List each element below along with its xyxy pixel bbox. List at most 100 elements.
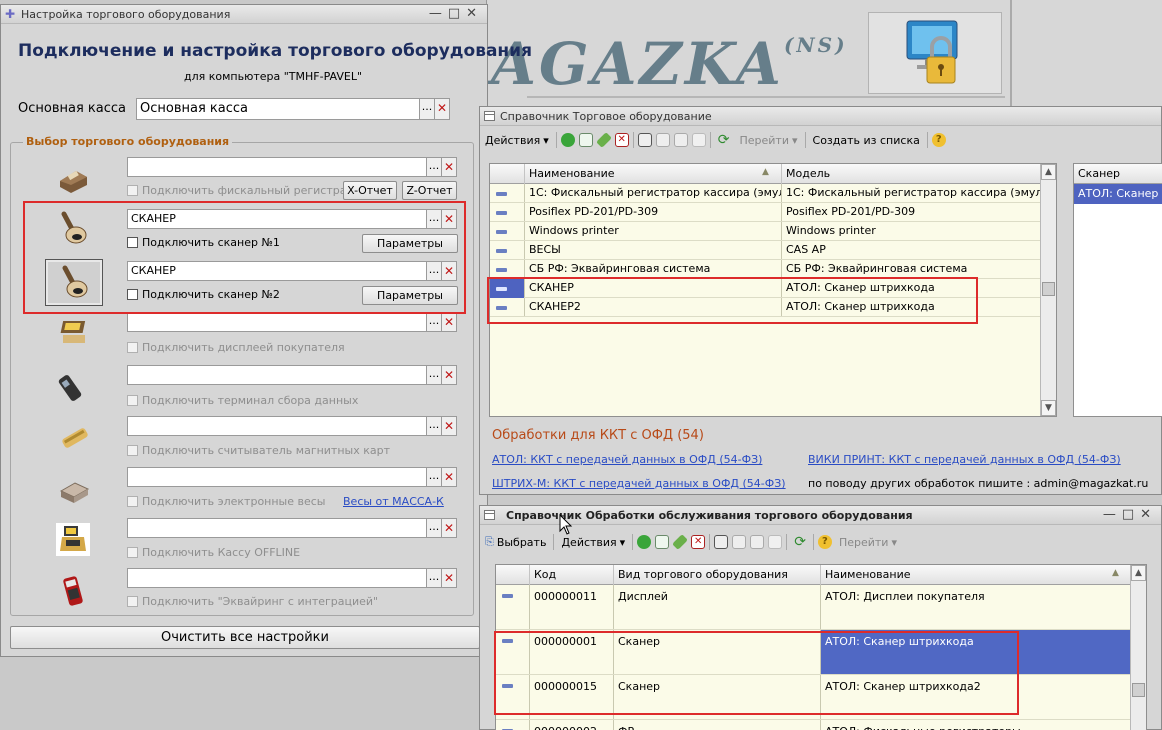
refresh-icon[interactable]: ⟳	[789, 534, 811, 550]
acquiring-checkbox[interactable]: Подключить "Эквайринг с интеграцией"	[127, 595, 378, 608]
scales-field[interactable]	[127, 467, 427, 487]
header-kind[interactable]: Вид торгового оборудования	[613, 565, 820, 585]
terminal-checkbox[interactable]: Подключить терминал сбора данных	[127, 394, 358, 407]
header-model[interactable]: Модель	[781, 164, 1041, 184]
fiscal-clear-button[interactable]: ✕	[441, 157, 457, 177]
filter-icon[interactable]	[637, 133, 652, 147]
checkbox-box[interactable]	[127, 496, 138, 507]
side-selected-row[interactable]: АТОЛ: Сканер ш	[1074, 184, 1162, 204]
scales-clear-button[interactable]: ✕	[441, 467, 457, 487]
atol-ofd-link[interactable]: АТОЛ: ККТ с передачей данных в ОФД (54-Ф…	[492, 453, 762, 466]
scales-select-button[interactable]: ...	[426, 467, 442, 487]
terminal-field[interactable]	[127, 365, 427, 385]
refresh-icon[interactable]: ⟳	[713, 132, 735, 148]
filter-clear-icon[interactable]	[691, 133, 706, 147]
shtrih-ofd-link[interactable]: ШТРИХ-М: ККТ с передачей данных в ОФД (5…	[492, 477, 786, 490]
display-field[interactable]	[127, 312, 427, 332]
filter-list-icon[interactable]	[732, 535, 747, 549]
add-icon[interactable]	[560, 133, 575, 147]
filter-history-icon[interactable]	[750, 535, 765, 549]
display-select-button[interactable]: ...	[426, 312, 442, 332]
scroll-down-arrow[interactable]: ▼	[1041, 400, 1056, 416]
scroll-up-arrow[interactable]: ▲	[1041, 164, 1056, 180]
fiscal-select-button[interactable]: ...	[426, 157, 442, 177]
x-report-button[interactable]: X-Отчет	[343, 181, 397, 200]
table-row[interactable]: 000000011 Дисплей АТОЛ: Дисплеи покупателя	[496, 585, 1146, 630]
create-from-list-button[interactable]: Создать из списка	[808, 134, 925, 147]
copy-icon[interactable]	[655, 535, 670, 549]
cash-field[interactable]: Основная касса	[136, 98, 420, 120]
table-row[interactable]: ВЕСЫ CAS AP	[490, 241, 1056, 260]
empty-area	[490, 317, 1040, 416]
add-icon[interactable]	[637, 535, 652, 549]
acquiring-field[interactable]	[127, 568, 427, 588]
scroll-thumb[interactable]	[1042, 282, 1055, 296]
ofd-title: Обработки для ККТ с ОФД (54)	[492, 428, 704, 443]
card-reader-checkbox[interactable]: Подключить считыватель магнитных карт	[127, 444, 390, 457]
settings-window: ✚ Настройка торгового оборудования —□✕ П…	[0, 4, 532, 657]
help-icon[interactable]: ?	[817, 535, 832, 549]
z-report-button[interactable]: Z-Отчет	[402, 181, 457, 200]
select-icon: ⎘	[485, 535, 494, 548]
header-name[interactable]: Наименование	[524, 164, 781, 184]
card-reader-field[interactable]	[127, 416, 427, 436]
offline-field[interactable]	[127, 518, 427, 538]
delete-icon[interactable]: ✕	[614, 133, 629, 147]
delete-icon[interactable]: ✕	[691, 535, 706, 549]
actions-menu[interactable]: Действия ▾	[480, 134, 554, 147]
processing-scanner-highlight	[494, 631, 1019, 715]
header-code[interactable]: Код	[529, 565, 613, 585]
card-reader-clear-button[interactable]: ✕	[441, 416, 457, 436]
filter-icon[interactable]	[714, 535, 729, 549]
cash-select-button[interactable]: ...	[419, 98, 435, 120]
checkbox-box[interactable]	[127, 547, 138, 558]
processing-toolbar: ⎘ Выбрать Действия ▾ ✕ ⟳ ? Перейти ▾	[480, 530, 1161, 554]
cell-name: АТОЛ: Фискальные регистраторы	[820, 720, 1132, 730]
scales-massa-link[interactable]: Весы от МАССА-К	[343, 495, 444, 508]
offline-checkbox[interactable]: Подключить Кассу OFFLINE	[127, 546, 300, 559]
scales-checkbox[interactable]: Подключить электронные весы	[127, 495, 326, 508]
filter-clear-icon[interactable]	[768, 535, 783, 549]
window-controls[interactable]: —□✕	[429, 6, 483, 21]
card-reader-select-button[interactable]: ...	[426, 416, 442, 436]
checkbox-box[interactable]	[127, 596, 138, 607]
scroll-thumb[interactable]	[1132, 683, 1145, 697]
select-button[interactable]: ⎘ Выбрать	[480, 535, 551, 549]
terminal-select-button[interactable]: ...	[426, 365, 442, 385]
table-row[interactable]: 000000002ФРАТОЛ: Фискальные регистраторы	[496, 720, 1146, 730]
checkbox-box[interactable]	[127, 342, 138, 353]
table-row[interactable]: Posiflex PD-201/PD-309 Posiflex PD-201/PD…	[490, 203, 1056, 222]
equipment-scrollbar[interactable]: ▲ ▼	[1040, 164, 1056, 416]
header-scanner: Сканер	[1078, 167, 1121, 180]
header-name[interactable]: Наименование	[820, 565, 1132, 585]
checkbox-box[interactable]	[127, 185, 138, 196]
fiscal-field[interactable]	[127, 157, 427, 177]
fiscal-checkbox[interactable]: Подключить фискальный регистратор	[127, 184, 367, 197]
go-menu[interactable]: Перейти ▾	[734, 134, 802, 147]
scroll-up-arrow[interactable]: ▲	[1131, 565, 1146, 581]
offline-clear-button[interactable]: ✕	[441, 518, 457, 538]
offline-select-button[interactable]: ...	[426, 518, 442, 538]
acquiring-select-button[interactable]: ...	[426, 568, 442, 588]
filter-list-icon[interactable]	[655, 133, 670, 147]
copy-icon[interactable]	[578, 133, 593, 147]
cash-clear-button[interactable]: ✕	[434, 98, 450, 120]
checkbox-box[interactable]	[127, 395, 138, 406]
table-row[interactable]: Windows printer Windows printer	[490, 222, 1056, 241]
help-icon[interactable]: ?	[931, 133, 946, 147]
edit-icon[interactable]	[595, 132, 612, 148]
window-controls[interactable]: —□✕	[1103, 507, 1157, 522]
checkbox-box[interactable]	[127, 445, 138, 456]
terminal-clear-button[interactable]: ✕	[441, 365, 457, 385]
viki-ofd-link[interactable]: ВИКИ ПРИНТ: ККТ с передачей данных в ОФД…	[808, 453, 1121, 466]
filter-history-icon[interactable]	[673, 133, 688, 147]
edit-icon[interactable]	[672, 534, 689, 550]
display-checkbox[interactable]: Подключить дисплеей покупателя	[127, 341, 345, 354]
row-marker-icon	[496, 249, 507, 253]
display-clear-button[interactable]: ✕	[441, 312, 457, 332]
table-row[interactable]: 1С: Фискальный регистратор кассира (эмул…	[490, 184, 1056, 203]
clear-settings-button[interactable]: Очистить все настройки	[10, 626, 480, 649]
go-menu[interactable]: Перейти ▾	[834, 536, 902, 549]
acquiring-clear-button[interactable]: ✕	[441, 568, 457, 588]
processing-scrollbar[interactable]: ▲	[1130, 565, 1146, 730]
